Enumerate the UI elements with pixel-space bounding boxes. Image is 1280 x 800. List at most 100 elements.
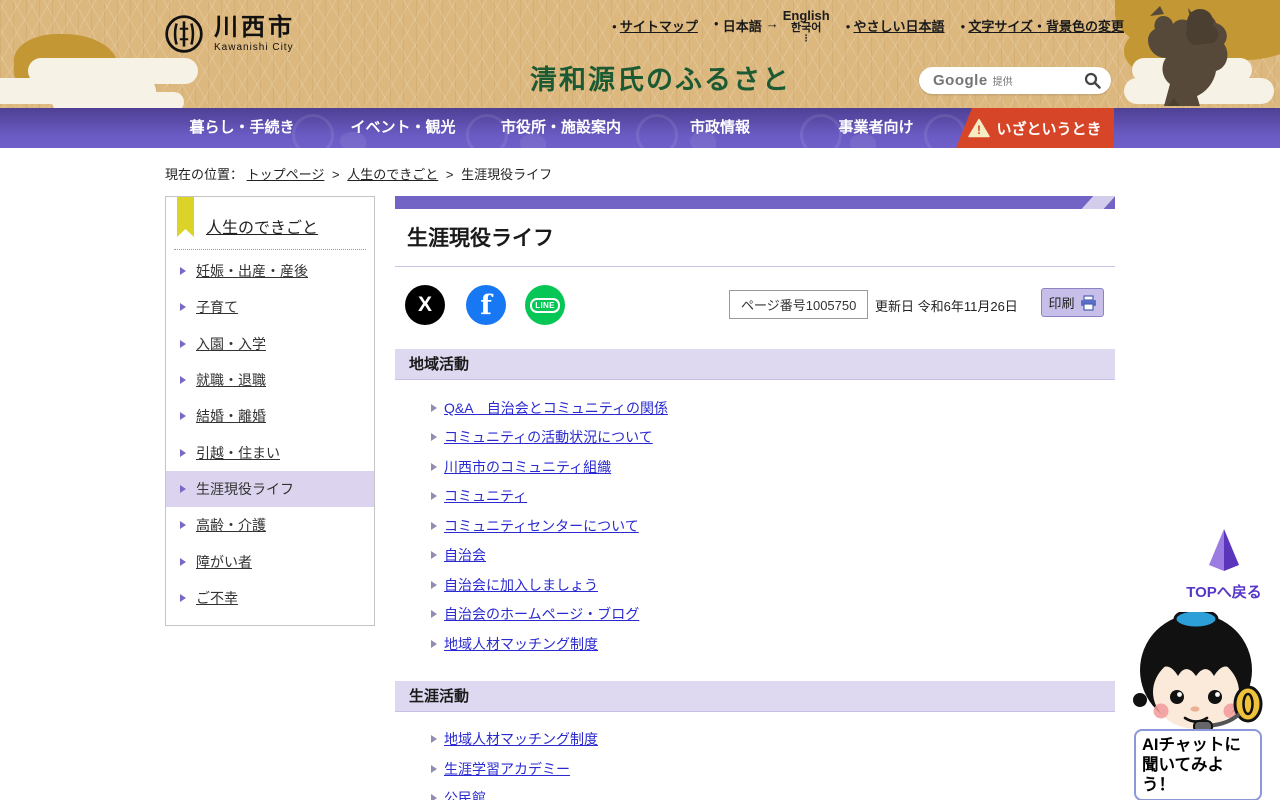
title-underline (395, 266, 1115, 267)
breadcrumb-prefix: 現在の位置： (165, 167, 244, 182)
triangle-bullet-icon (431, 433, 437, 442)
triangle-bullet-icon (180, 484, 186, 493)
updated-date: 更新日 令和6年11月26日 (875, 299, 1018, 314)
content-link[interactable]: 地域人材マッチング制度 (444, 729, 598, 749)
content-link[interactable]: 川西市のコミュニティ組織 (444, 457, 611, 477)
breadcrumb-separator: > (445, 167, 454, 182)
display-settings-link[interactable]: 文字サイズ・背景色の変更 (961, 16, 1124, 35)
page-number-badge: ページ番号1005750 (729, 290, 869, 319)
content-link[interactable]: 公民館 (444, 788, 486, 800)
section-heading-lifelong: 生涯活動 (395, 680, 1115, 712)
content-link[interactable]: コミュニティの活動状況について (444, 427, 653, 447)
language-switcher[interactable]: 日本語 → English 한국어 ⋮ (714, 9, 830, 44)
city-name: 川西市 (214, 14, 295, 42)
ai-chat-widget[interactable]: AIチャットに 聞いてみよう！ (1132, 608, 1268, 800)
facebook-share-icon[interactable]: f (466, 285, 506, 325)
nav-item-living-procedures[interactable]: 暮らし・手続き (189, 108, 294, 148)
nav-emergency-label: いざというとき (996, 120, 1102, 138)
lifelong-link-list: 地域人材マッチング制度 生涯学習アカデミー 公民館 (395, 712, 1115, 800)
triangle-bullet-icon (431, 492, 437, 501)
list-item: コミュニティセンターについて (395, 511, 1115, 541)
triangle-bullet-icon (431, 610, 437, 619)
back-to-top-label: TOPへ戻る (1186, 584, 1262, 601)
content-link[interactable]: 生涯学習アカデミー (444, 759, 570, 779)
x-share-icon[interactable]: X (405, 285, 445, 325)
city-emblem-icon (165, 15, 203, 53)
sidebar-title-link[interactable]: 人生のできごと (206, 214, 318, 238)
content-link[interactable]: コミュニティセンターについて (444, 516, 639, 536)
triangle-bullet-icon (180, 557, 186, 566)
breadcrumb-separator: > (332, 167, 340, 182)
search-icon[interactable] (1084, 72, 1101, 89)
sidebar-item-school-entry[interactable]: 入園・入学 (166, 326, 374, 362)
arrow-icon: → (765, 16, 779, 31)
title-bar (395, 196, 1115, 209)
print-label: 印刷 (1048, 296, 1075, 311)
svg-text:!: ! (977, 123, 981, 137)
language-options: English 한국어 ⋮ (783, 9, 830, 44)
list-item: 自治会のホームページ・ブログ (395, 600, 1115, 630)
title-bar-accent (1068, 196, 1115, 209)
triangle-bullet-icon (180, 521, 186, 530)
city-logo[interactable]: 川西市 Kawanishi City (163, 13, 295, 55)
breadcrumb-current: 生涯現役ライフ (461, 167, 553, 182)
sitemap-link[interactable]: サイトマップ (612, 16, 698, 35)
nav-item-emergency[interactable]: ! いざというとき (956, 108, 1114, 148)
sidebar-item-childcare[interactable]: 子育て (166, 289, 374, 325)
triangle-bullet-icon (180, 448, 186, 457)
triangle-bullet-icon (180, 593, 186, 602)
print-button[interactable]: 印刷 (1041, 288, 1104, 317)
sidebar-item-lifelong-active-current[interactable]: 生涯現役ライフ (166, 470, 374, 508)
search-provider: Google (933, 72, 988, 89)
line-share-icon[interactable]: LINE (525, 285, 565, 325)
section-heading-community: 地域活動 (395, 349, 1115, 380)
content-link[interactable]: コミュニティ (444, 486, 527, 506)
sidebar-item-marriage[interactable]: 結婚・離婚 (166, 398, 374, 434)
triangle-bullet-icon (431, 521, 437, 530)
page-meta-row: X f LINE ページ番号1005750 更新日 令和6年11月26日 印刷 (395, 279, 1115, 341)
sidebar-item-employment[interactable]: 就職・退職 (166, 362, 374, 398)
global-nav: 暮らし・手続き イベント・観光 市役所・施設案内 市政情報 事業者向け ! いざ… (0, 108, 1280, 148)
more-languages-icon: ⋮ (801, 33, 811, 44)
nav-crest-decoration (636, 114, 678, 148)
list-item: コミュニティの活動状況について (395, 423, 1115, 453)
content-link[interactable]: 自治会に加入しましょう (444, 575, 598, 595)
search-input[interactable]: Google 提供 (919, 67, 1111, 94)
bookmark-ribbon-icon (177, 197, 194, 237)
mascot-icon (1133, 608, 1263, 733)
language-english[interactable]: English (783, 9, 830, 23)
samurai-statue-image (1148, 6, 1228, 106)
content-link[interactable]: Q&A 自治会とコミュニティの関係 (444, 398, 668, 418)
sidebar-item-pregnancy[interactable]: 妊娠・出産・産後 (166, 253, 374, 289)
breadcrumb: 現在の位置： トップページ > 人生のできごと > 生涯現役ライフ (165, 164, 552, 183)
ai-chat-speech-bubble[interactable]: AIチャットに 聞いてみよう！ (1134, 729, 1262, 800)
sidebar-item-bereavement[interactable]: ご不幸 (166, 580, 374, 616)
triangle-bullet-icon (431, 462, 437, 471)
easy-japanese-link[interactable]: やさしい日本語 (846, 16, 945, 35)
list-item: 自治会に加入しましょう (395, 570, 1115, 600)
nav-item-events-tourism[interactable]: イベント・観光 (350, 108, 455, 148)
back-to-top-button[interactable]: TOPへ戻る (1186, 528, 1262, 602)
city-name-en: Kawanishi City (214, 41, 294, 53)
content-link[interactable]: 地域人材マッチング制度 (444, 634, 598, 654)
nav-item-cityhall-facilities[interactable]: 市役所・施設案内 (501, 108, 621, 148)
content-link[interactable]: 自治会のホームページ・ブログ (444, 604, 639, 624)
ai-chat-line2: 聞いてみよう！ (1142, 756, 1225, 795)
triangle-bullet-icon (180, 376, 186, 385)
nav-item-city-government[interactable]: 市政情報 (690, 108, 750, 148)
breadcrumb-parent-link[interactable]: 人生のできごと (347, 167, 438, 182)
triangle-bullet-icon (431, 551, 437, 560)
sidebar: 人生のできごと 妊娠・出産・産後 子育て 入園・入学 就職・退職 結婚・離婚 引… (165, 196, 375, 626)
sidebar-item-moving-housing[interactable]: 引越・住まい (166, 434, 374, 470)
nav-item-business[interactable]: 事業者向け (838, 108, 913, 148)
list-item: 地域人材マッチング制度 (395, 725, 1115, 755)
sidebar-item-elderly-care[interactable]: 高齢・介護 (166, 507, 374, 543)
utility-links: サイトマップ 日本語 → English 한국어 ⋮ やさしい日本語 文字サイズ… (612, 9, 1124, 44)
breadcrumb-home-link[interactable]: トップページ (247, 167, 325, 182)
triangle-bullet-icon (431, 639, 437, 648)
triangle-bullet-icon (180, 412, 186, 421)
content-link[interactable]: 自治会 (444, 545, 486, 565)
triangle-bullet-icon (180, 303, 186, 312)
nav-crest-decoration (800, 114, 842, 148)
sidebar-item-disability[interactable]: 障がい者 (166, 543, 374, 579)
